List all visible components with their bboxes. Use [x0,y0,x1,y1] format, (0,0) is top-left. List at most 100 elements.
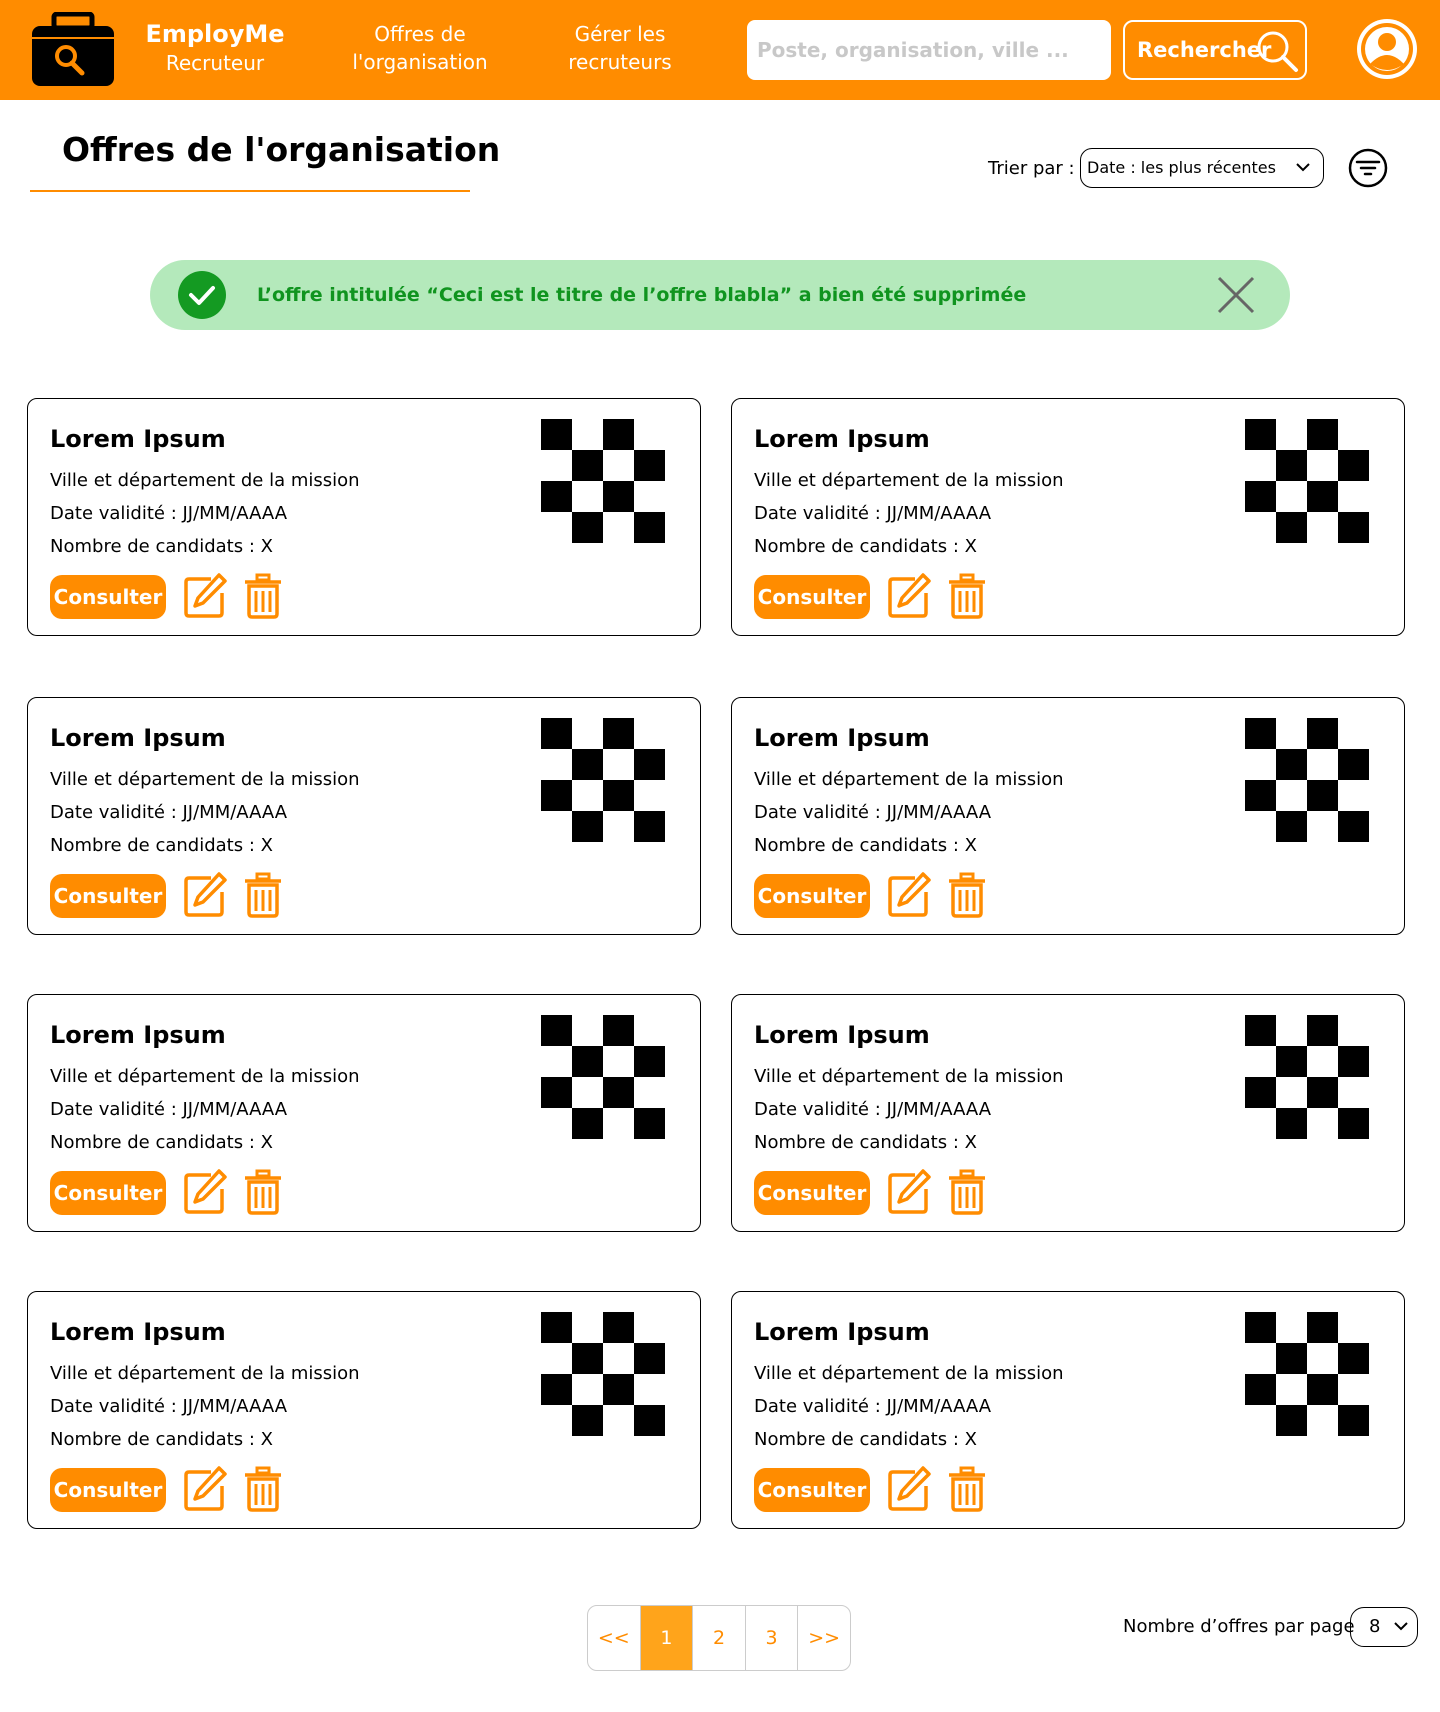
consult-button[interactable]: Consulter [50,1468,166,1512]
pagination-next[interactable]: >> [798,1606,850,1670]
offer-candidates-count: Nombre de candidats : X [754,835,977,856]
trash-icon[interactable] [243,1466,283,1512]
per-page-dropdown[interactable]: 8 [1350,1607,1418,1647]
close-icon[interactable] [1216,275,1256,315]
sort-dropdown[interactable]: Date : les plus récentes [1080,148,1324,188]
offer-title: Lorem Ipsum [754,1318,930,1346]
offer-image-placeholder [1245,718,1369,842]
offer-location: Ville et département de la mission [754,1066,1064,1087]
offer-candidates-count: Nombre de candidats : X [50,835,273,856]
filter-icon[interactable] [1348,148,1388,188]
success-alert: L’offre intitulée “Ceci est le titre de … [150,260,1290,330]
offer-image-placeholder [1245,1312,1369,1436]
offer-title: Lorem Ipsum [754,425,930,453]
offer-card: Lorem Ipsum Ville et département de la m… [27,994,701,1232]
edit-icon[interactable] [183,1169,227,1215]
edit-icon[interactable] [887,573,931,619]
offer-image-placeholder [541,419,665,543]
offer-image-placeholder [541,1312,665,1436]
edit-icon[interactable] [887,872,931,918]
per-page-value: 8 [1369,1616,1381,1637]
offer-candidates-count: Nombre de candidats : X [50,536,273,557]
offer-validity-date: Date validité : JJ/MM/AAAA [754,1396,992,1417]
briefcase-logo-icon[interactable] [30,12,116,88]
edit-icon[interactable] [887,1169,931,1215]
offer-validity-date: Date validité : JJ/MM/AAAA [50,1396,288,1417]
brand[interactable]: EmployMe Recruteur [140,18,290,76]
consult-button[interactable]: Consulter [50,575,166,619]
offer-location: Ville et département de la mission [754,470,1064,491]
trash-icon[interactable] [243,872,283,918]
trash-icon[interactable] [243,1169,283,1215]
offer-candidates-count: Nombre de candidats : X [754,1132,977,1153]
offer-image-placeholder [1245,1015,1369,1139]
offer-validity-date: Date validité : JJ/MM/AAAA [50,1099,288,1120]
offer-candidates-count: Nombre de candidats : X [754,536,977,557]
consult-button[interactable]: Consulter [754,874,870,918]
per-page-label: Nombre d’offres par page [1123,1616,1355,1637]
offer-validity-date: Date validité : JJ/MM/AAAA [754,1099,992,1120]
consult-button[interactable]: Consulter [754,1468,870,1512]
brand-name: EmployMe [145,20,285,48]
pagination-prev[interactable]: << [588,1606,641,1670]
offer-image-placeholder [1245,419,1369,543]
trash-icon[interactable] [947,872,987,918]
pagination: << 1 2 3 >> [587,1605,851,1671]
consult-button[interactable]: Consulter [754,1171,870,1215]
offer-location: Ville et département de la mission [754,769,1064,790]
sort-label: Trier par : [988,158,1075,179]
offer-card: Lorem Ipsum Ville et département de la m… [731,1291,1405,1529]
trash-icon[interactable] [947,1169,987,1215]
pagination-page-2[interactable]: 2 [693,1606,746,1670]
consult-button[interactable]: Consulter [50,1171,166,1215]
offer-validity-date: Date validité : JJ/MM/AAAA [754,802,992,823]
search-button-label: Rechercher [1137,38,1272,62]
offer-card: Lorem Ipsum Ville et département de la m… [27,398,701,636]
offer-candidates-count: Nombre de candidats : X [50,1132,273,1153]
brand-subtitle: Recruteur [165,51,265,75]
offer-validity-date: Date validité : JJ/MM/AAAA [754,503,992,524]
consult-button[interactable]: Consulter [50,874,166,918]
search-button[interactable]: Rechercher [1123,20,1307,80]
consult-button[interactable]: Consulter [754,575,870,619]
trash-icon[interactable] [243,573,283,619]
trash-icon[interactable] [947,1466,987,1512]
offer-card: Lorem Ipsum Ville et département de la m… [27,697,701,935]
user-avatar-icon[interactable] [1356,18,1418,80]
offer-title: Lorem Ipsum [50,1318,226,1346]
offer-card: Lorem Ipsum Ville et département de la m… [731,398,1405,636]
offer-title: Lorem Ipsum [50,724,226,752]
page-title: Offres de l'organisation [62,130,501,169]
edit-icon[interactable] [183,573,227,619]
trash-icon[interactable] [947,573,987,619]
offer-card: Lorem Ipsum Ville et département de la m… [731,994,1405,1232]
offer-title: Lorem Ipsum [50,425,226,453]
title-underline [30,190,470,192]
nav-link-offres[interactable]: Offres de l'organisation [345,20,495,76]
offer-title: Lorem Ipsum [754,724,930,752]
offer-card: Lorem Ipsum Ville et département de la m… [731,697,1405,935]
check-circle-icon [178,271,226,319]
offer-image-placeholder [541,718,665,842]
offer-location: Ville et département de la mission [50,470,360,491]
search-input[interactable] [747,20,1111,80]
edit-icon[interactable] [183,872,227,918]
offer-candidates-count: Nombre de candidats : X [754,1429,977,1450]
chevron-down-icon [1296,163,1310,172]
offer-image-placeholder [541,1015,665,1139]
offer-location: Ville et département de la mission [50,1363,360,1384]
pagination-page-1[interactable]: 1 [640,1606,694,1670]
offer-title: Lorem Ipsum [50,1021,226,1049]
edit-icon[interactable] [887,1466,931,1512]
offer-location: Ville et département de la mission [754,1363,1064,1384]
alert-message: L’offre intitulée “Ceci est le titre de … [257,284,1027,306]
offer-card: Lorem Ipsum Ville et département de la m… [27,1291,701,1529]
edit-icon[interactable] [183,1466,227,1512]
offer-validity-date: Date validité : JJ/MM/AAAA [50,503,288,524]
nav-link-recruteurs[interactable]: Gérer les recruteurs [550,20,690,76]
chevron-down-icon [1394,1622,1408,1631]
offer-candidates-count: Nombre de candidats : X [50,1429,273,1450]
offer-validity-date: Date validité : JJ/MM/AAAA [50,802,288,823]
offer-location: Ville et département de la mission [50,1066,360,1087]
pagination-page-3[interactable]: 3 [746,1606,799,1670]
